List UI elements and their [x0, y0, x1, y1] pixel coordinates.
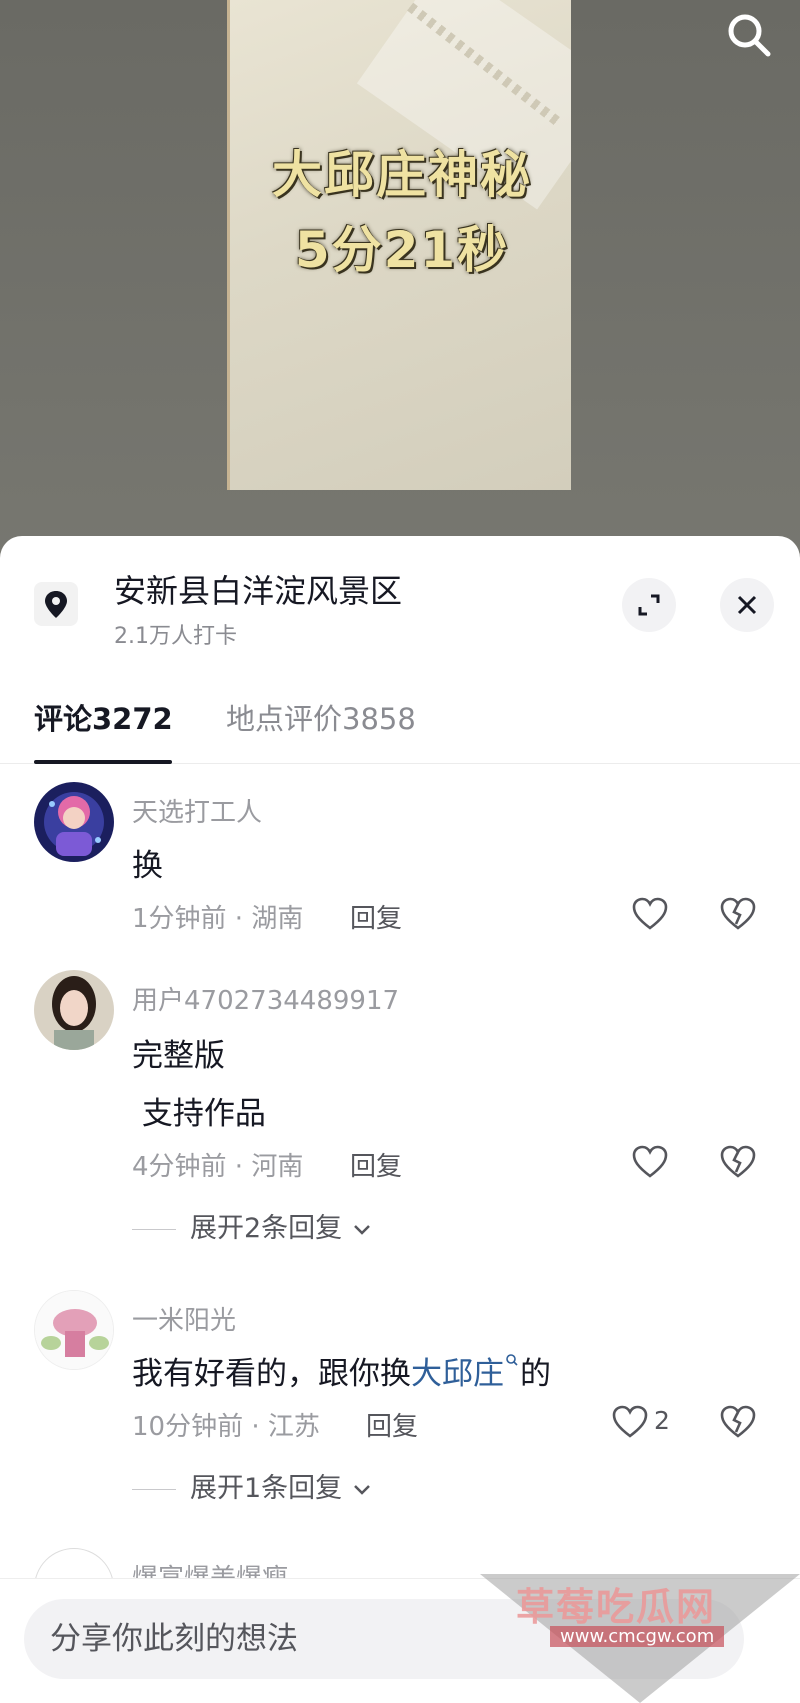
close-button[interactable] — [720, 578, 774, 632]
tab-comments[interactable]: 评论3272 — [34, 696, 173, 738]
broken-heart-icon[interactable] — [718, 1402, 758, 1442]
heart-icon[interactable] — [630, 1142, 670, 1182]
video-title-line2: 5分21秒 — [294, 221, 510, 279]
tab-place-reviews[interactable]: 地点评价3858 — [226, 696, 416, 738]
expand-replies-button[interactable]: 展开2条回复 — [132, 1206, 373, 1245]
comment-text: 我有好看的，跟你换大邱庄的 — [132, 1348, 551, 1393]
location-name[interactable]: 安新县白洋淀风景区 — [114, 566, 402, 612]
comment-text-line2: 支持作品 — [132, 1096, 266, 1132]
comment-text-after: 的 — [520, 1356, 551, 1392]
expand-replies-label: 展开1条回复 — [190, 1473, 343, 1504]
comment-input[interactable] — [50, 1599, 710, 1679]
expand-icon — [638, 594, 660, 616]
reply-button[interactable]: 回复 — [366, 1406, 418, 1443]
divider — [132, 1229, 176, 1230]
expand-button[interactable] — [622, 578, 676, 632]
comment-text-before: 我有好看的，跟你换 — [132, 1356, 411, 1392]
search-link[interactable]: 大邱庄 — [411, 1356, 504, 1392]
video-title-line1: 大邱庄神秘 — [272, 146, 532, 204]
reply-button[interactable]: 回复 — [350, 1146, 402, 1183]
comment-username[interactable]: 用户4702734489917 — [132, 980, 399, 1017]
comment-username[interactable]: 天选打工人 — [132, 792, 262, 829]
comment-input-bar — [0, 1578, 800, 1703]
reply-button[interactable]: 回复 — [350, 898, 402, 935]
divider — [132, 1489, 176, 1490]
avatar[interactable] — [34, 970, 114, 1050]
video-player[interactable]: 大邱庄神秘 5分21秒 — [0, 0, 800, 560]
comment-meta: 4分钟前 · 河南 — [132, 1152, 304, 1182]
expand-replies-button[interactable]: 展开1条回复 — [132, 1466, 373, 1505]
location-pin-icon — [34, 582, 78, 626]
comment-username[interactable]: 一米阳光 — [132, 1300, 236, 1337]
like-count: 2 — [654, 1406, 670, 1435]
comment-text: 换 — [132, 848, 163, 884]
avatar[interactable] — [34, 782, 114, 862]
avatar[interactable] — [34, 1290, 114, 1370]
expand-replies-label: 展开2条回复 — [190, 1213, 343, 1244]
comment-meta: 1分钟前 · 湖南 — [132, 904, 304, 934]
search-icon[interactable] — [722, 8, 776, 62]
broken-heart-icon[interactable] — [718, 1142, 758, 1182]
comment-tabs: 评论3272 地点评价3858 — [0, 696, 800, 764]
chevron-down-icon — [353, 1484, 370, 1495]
comment-sheet: 安新县白洋淀风景区 2.1万人打卡 评论3272 地点评价3858 天选打工人 … — [0, 536, 800, 1703]
comment-meta: 10分钟前 · 江苏 — [132, 1412, 320, 1442]
heart-icon[interactable] — [630, 894, 670, 934]
comment-input-container[interactable] — [24, 1599, 744, 1679]
chevron-down-icon — [353, 1224, 370, 1235]
close-icon — [737, 595, 757, 615]
heart-icon[interactable] — [610, 1402, 650, 1442]
broken-heart-icon[interactable] — [718, 894, 758, 934]
comment-text-line1: 完整版 — [132, 1038, 225, 1074]
video-frame: 大邱庄神秘 5分21秒 — [227, 0, 571, 490]
tab-active-indicator — [34, 760, 172, 764]
location-checkins: 2.1万人打卡 — [114, 624, 237, 649]
search-icon — [506, 1354, 518, 1366]
